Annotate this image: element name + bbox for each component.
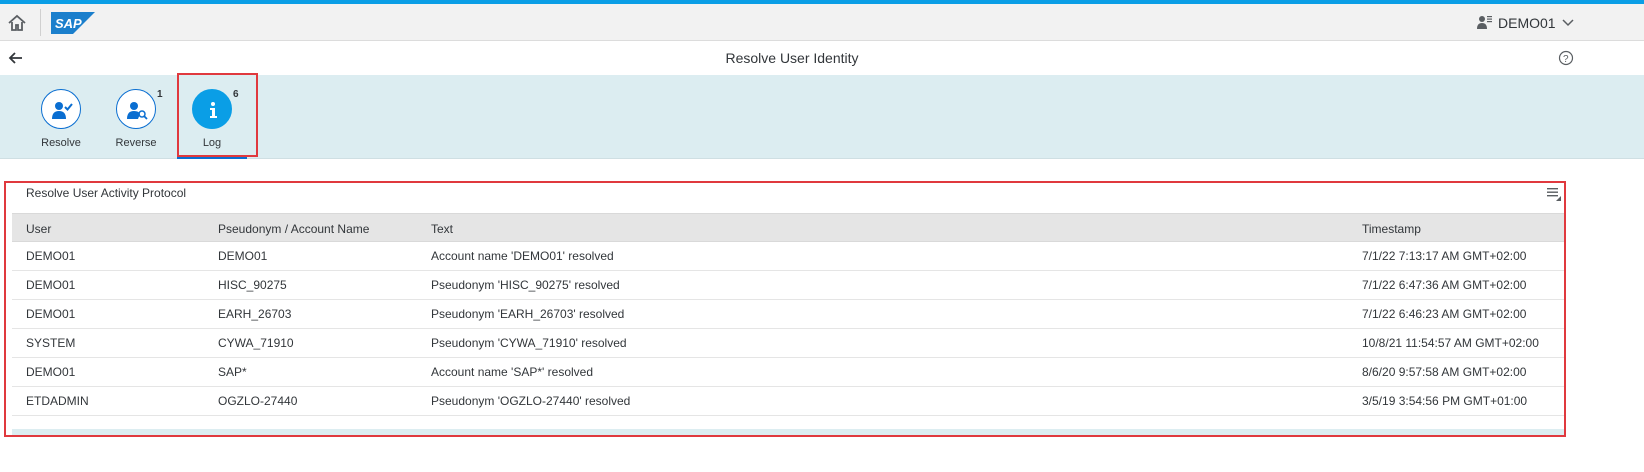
user-menu[interactable]: DEMO01 <box>1476 10 1574 36</box>
sap-logo[interactable]: SAP <box>51 12 95 39</box>
user-list-icon <box>1476 14 1492 33</box>
tab-label: Resolve <box>41 137 81 149</box>
shell-bar: SAP DEMO01 <box>0 4 1644 41</box>
table-highlight-box <box>4 181 1566 437</box>
home-icon[interactable] <box>6 12 28 34</box>
chevron-down-icon <box>1562 15 1574 31</box>
page-title: Resolve User Identity <box>725 50 859 66</box>
sap-logo-text: SAP <box>55 16 82 31</box>
help-icon[interactable]: ? <box>1558 50 1574 66</box>
user-search-icon <box>116 89 156 129</box>
log-tab-highlight-box <box>177 73 258 157</box>
user-name: DEMO01 <box>1498 15 1556 31</box>
tab-count-badge: 1 <box>157 89 163 100</box>
user-check-icon <box>41 89 81 129</box>
title-bar: Resolve User Identity ? <box>0 41 1644 75</box>
tab-reverse[interactable]: 1 Reverse <box>101 89 171 149</box>
tab-label: Reverse <box>115 137 157 149</box>
tab-resolve[interactable]: Resolve <box>26 89 96 149</box>
shell-separator <box>40 9 41 36</box>
svg-text:?: ? <box>1563 54 1569 65</box>
